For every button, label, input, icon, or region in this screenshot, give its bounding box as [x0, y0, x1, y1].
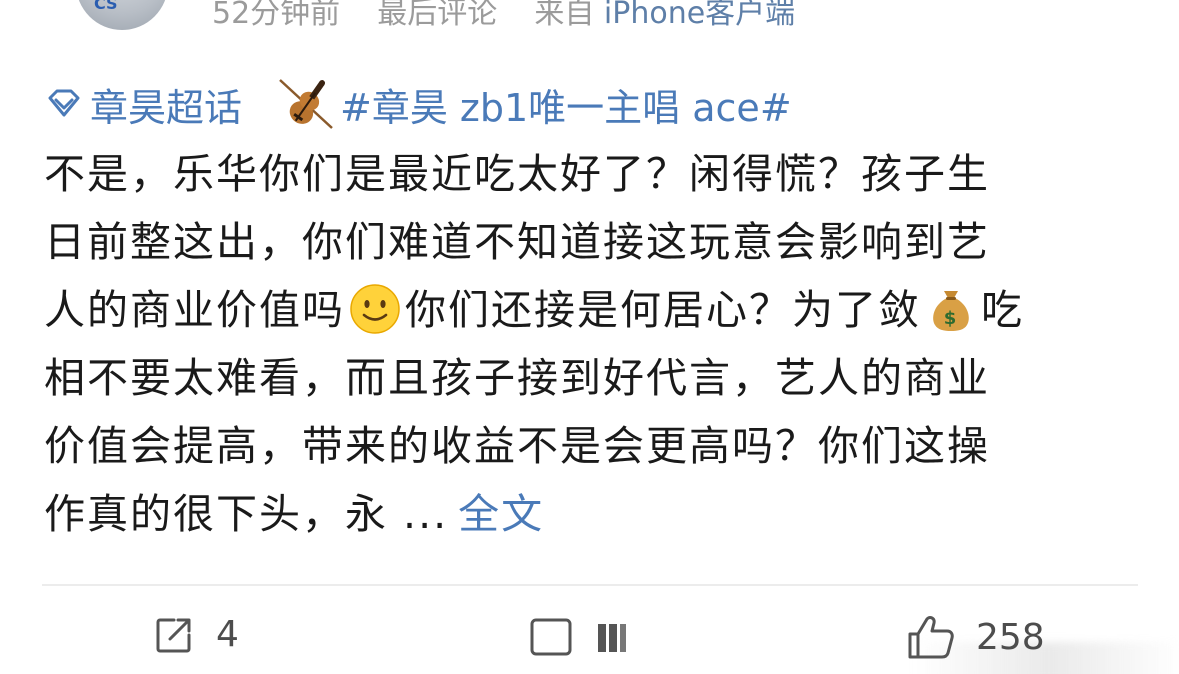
post-time: 52分钟前: [212, 0, 341, 31]
hashtag-link[interactable]: #章昊 zb1唯一主唱 ace#: [340, 77, 792, 132]
content-line-last: 作真的很下头，永 ... 全文: [44, 480, 1144, 548]
content-line: 相不要太难看，而且孩子接到好代言，艺人的商业: [44, 354, 990, 402]
thumbs-up-icon: [908, 616, 954, 659]
content-line: 价值会提高，带来的收益不是会更高吗？你们这操: [44, 422, 990, 470]
money-bag-icon: $: [933, 291, 969, 331]
smiling-face-icon: [350, 284, 400, 334]
full-text-link[interactable]: 全文: [458, 490, 544, 538]
super-topic-link[interactable]: 章昊超话: [90, 77, 242, 132]
diamond-icon: [48, 89, 80, 117]
from-label: 来自: [534, 0, 595, 31]
client-name[interactable]: iPhone客户端: [604, 0, 795, 31]
violin-icon: [279, 79, 333, 129]
content-line-with-emoji: 人的商业价值吗 你们还接是何居心？为了敛 $ 吃: [44, 276, 1144, 344]
comment-button[interactable]: [458, 614, 1179, 674]
share-icon: [156, 618, 191, 652]
svg-text:$: $: [944, 308, 959, 329]
share-count: 4: [216, 614, 239, 655]
like-button[interactable]: 258: [906, 614, 1045, 660]
post-content: 不是，乐华你们是最近吃太好了？闲得慌？孩子生 日前整这出，你们难道不知道接这玩意…: [44, 140, 1144, 548]
comment-icon: [530, 618, 626, 656]
avatar-logo: CS: [94, 0, 118, 13]
content-text: 吃: [981, 286, 1024, 334]
avatar[interactable]: CS: [76, 0, 168, 30]
last-comment-label: 最后评论: [377, 0, 498, 31]
share-button[interactable]: 4: [154, 614, 239, 655]
topic-row: 章昊超话 #章昊 zb1唯一主唱 ace#: [44, 76, 792, 132]
content-line: 不是，乐华你们是最近吃太好了？闲得慌？孩子生: [44, 150, 990, 198]
divider: [42, 584, 1138, 586]
content-text: 作真的很下头，永 ...: [44, 490, 449, 538]
action-bar: 4 258: [0, 600, 1179, 674]
weibo-post: CS 52分钟前 最后评论 来自 iPhone客户端 章昊超话 #章昊 zb1唯…: [0, 0, 1179, 674]
content-text: 人的商业价值吗: [44, 286, 345, 334]
like-count: 258: [976, 616, 1045, 658]
post-meta: 52分钟前 最后评论 来自 iPhone客户端: [212, 0, 795, 34]
content-line: 日前整这出，你们难道不知道接这玩意会影响到艺: [44, 218, 990, 266]
content-text: 你们还接是何居心？为了敛: [405, 286, 921, 334]
